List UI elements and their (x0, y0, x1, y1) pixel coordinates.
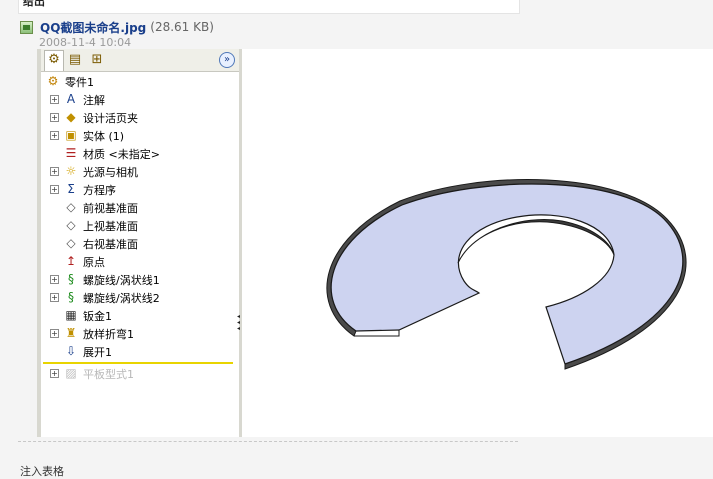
double-chevron-right-icon[interactable]: » (219, 52, 235, 68)
tree-item-label: 螺旋线/涡状线2 (83, 292, 160, 305)
design-binder-icon: ◆ (66, 110, 76, 124)
featuremanager-tab-icon[interactable]: ⚙ (44, 50, 64, 71)
tree-item[interactable]: + ◆ 设计活页夹 (41, 108, 239, 126)
expand-toggle-icon[interactable]: + (50, 167, 59, 176)
tree-item-label: 零件1 (65, 76, 94, 89)
tree-item[interactable]: + Σ 方程序 (41, 180, 239, 198)
propertymanager-tab-icon[interactable]: ▤ (66, 51, 84, 69)
plane-icon: ◇ (66, 236, 76, 250)
tree-item-label: 设计活页夹 (83, 112, 138, 125)
tree-item[interactable]: + § 螺旋线/涡状线2 (41, 288, 239, 306)
panel-tab-bar: ⚙ ▤ ⊞ » (41, 49, 239, 72)
helix-icon: § (68, 290, 74, 304)
expand-toggle-icon[interactable]: + (50, 185, 59, 194)
tree-item[interactable]: + ☼ 光源与相机 (41, 162, 239, 180)
post-divider (18, 441, 518, 442)
attachment-size: (28.61 KB) (150, 20, 214, 34)
tree-item[interactable]: ☰ 材质 <未指定> (41, 144, 239, 162)
model-view (326, 179, 687, 370)
tree-item-label: 展开1 (83, 346, 112, 359)
expand-toggle-icon[interactable]: + (50, 369, 59, 378)
origin-icon: ↥ (65, 254, 77, 268)
tree-item-label: 原点 (83, 256, 105, 269)
tree-item[interactable]: + A 注解 (41, 90, 239, 108)
image-file-icon[interactable] (20, 20, 33, 34)
expand-toggle-icon[interactable]: + (50, 95, 59, 104)
rollback-bar[interactable] (43, 362, 233, 364)
tree-item-label: 前视基准面 (83, 202, 138, 215)
tree-item-label: 上视基准面 (83, 220, 138, 233)
tree-item-label: 光源与相机 (83, 166, 138, 179)
lights-cameras-icon: ☼ (65, 164, 77, 178)
tree-item-label: 螺旋线/涡状线1 (83, 274, 160, 287)
tree-item[interactable]: ⇩ 展开1 (41, 342, 239, 360)
tree-item[interactable]: ◇ 前视基准面 (41, 198, 239, 216)
tree-item[interactable]: ◇ 右视基准面 (41, 234, 239, 252)
attachment-filename-link[interactable]: QQ截图未命名.jpg (40, 19, 146, 36)
tree-item[interactable]: ↥ 原点 (41, 252, 239, 270)
flat-pattern-icon: ▨ (65, 366, 77, 380)
lofted-bend-icon: ♜ (65, 326, 77, 340)
feature-manager-panel: ⚙ ▤ ⊞ » ⚙ 零件1 + A 注解 + ◆ 设计活页夹 + ▣ 实体 (1) ☰ 材质 <未指定>… (37, 49, 242, 437)
graphics-viewport[interactable] (242, 49, 713, 437)
plane-icon: ◇ (66, 218, 76, 232)
annotations-icon: A (66, 92, 76, 106)
tree-item-label: 材质 <未指定> (83, 148, 160, 161)
attachment-timestamp: 2008-11-4 10:04 (39, 36, 132, 49)
footer-text: 注入表格 (20, 465, 64, 478)
tree-item[interactable]: + ♜ 放样折弯1 (41, 324, 239, 342)
attachment-row: QQ截图未命名.jpg (28.61 KB) (20, 19, 214, 35)
plane-icon: ◇ (66, 200, 76, 214)
tree-item[interactable]: + § 螺旋线/涡状线1 (41, 270, 239, 288)
tree-item-label: 右视基准面 (83, 238, 138, 251)
part-icon: ⚙ (47, 74, 59, 88)
tree-item[interactable]: + ▣ 实体 (1) (41, 126, 239, 144)
tree-item-label: 实体 (1) (83, 130, 125, 143)
tree-item[interactable]: ◇ 上视基准面 (41, 216, 239, 234)
tree-item-label: 平板型式1 (83, 368, 134, 381)
expand-toggle-icon[interactable]: + (50, 113, 59, 122)
solid-bodies-icon: ▣ (65, 128, 77, 142)
tree-root-part[interactable]: ⚙ 零件1 (41, 72, 239, 90)
unfold-icon: ⇩ (65, 344, 77, 358)
material-icon: ☰ (65, 146, 77, 160)
tree-item[interactable]: ▦ 钣金1 (41, 306, 239, 324)
panel-splitter-handle[interactable]: ◂ ◂ ◂ (237, 314, 241, 342)
expand-toggle-icon[interactable]: + (50, 329, 59, 338)
configurationmanager-tab-icon[interactable]: ⊞ (88, 51, 106, 69)
tree-item-label: 放样折弯1 (83, 328, 134, 341)
expand-toggle-icon[interactable]: + (50, 275, 59, 284)
tree-item-label: 注解 (83, 94, 105, 107)
expand-toggle-icon[interactable]: + (50, 293, 59, 302)
sheet-metal-icon: ▦ (65, 308, 77, 322)
tree-item-label: 钣金1 (83, 310, 112, 323)
equations-icon: Σ (67, 182, 75, 196)
post-header-box: 给出 (18, 0, 520, 14)
post-header-text: 给出 (23, 0, 45, 8)
helix-icon: § (68, 272, 74, 286)
attached-screenshot: ⚙ ▤ ⊞ » ⚙ 零件1 + A 注解 + ◆ 设计活页夹 + ▣ 实体 (1) ☰ 材质 <未指定>… (37, 49, 713, 437)
expand-toggle-icon[interactable]: + (50, 131, 59, 140)
tree-item-suppressed[interactable]: + ▨ 平板型式1 (41, 364, 239, 382)
tree-item-label: 方程序 (83, 184, 116, 197)
